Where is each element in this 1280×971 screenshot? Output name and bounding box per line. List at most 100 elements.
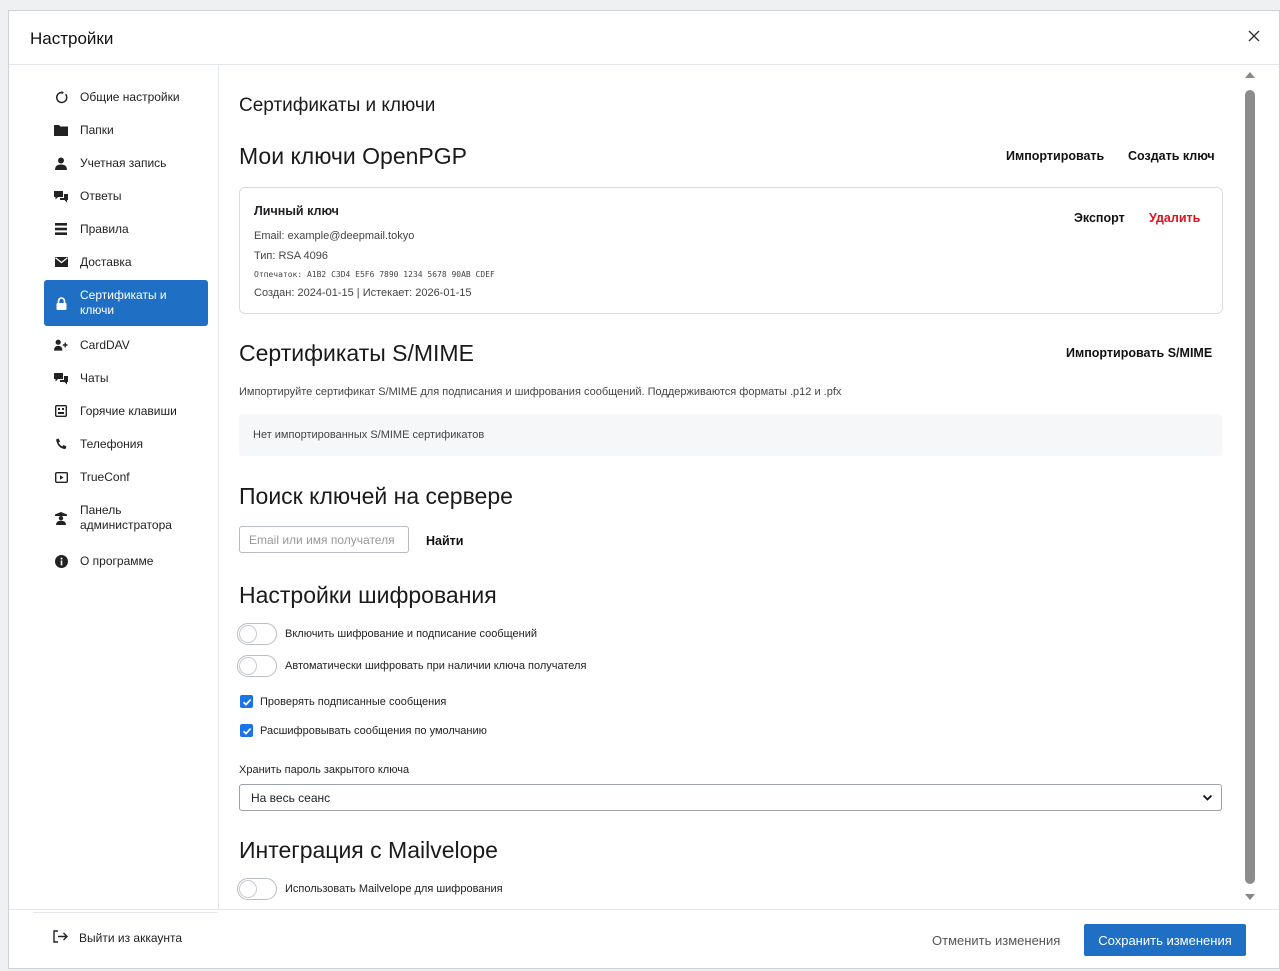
settings-sidebar: Общие настройки Папки Учетная запись Отв… [9, 65, 219, 945]
mailvelope-toggle[interactable] [237, 878, 277, 900]
sidebar-item-admin-panel[interactable]: Панель администратора [44, 498, 208, 538]
phone-icon [54, 437, 68, 451]
content-scrollbar[interactable] [1242, 64, 1258, 908]
sidebar-item-about[interactable]: О программе [44, 549, 208, 573]
store-password-label: Хранить пароль закрытого ключа [239, 764, 410, 776]
sidebar-item-label: CardDAV [80, 337, 130, 352]
toggle-row-mailvelope: Использовать Mailvelope для шифрования [237, 878, 503, 900]
sidebar-item-replies[interactable]: Ответы [44, 184, 208, 208]
smime-empty-state: Нет импортированных S/MIME сертификатов [239, 414, 1222, 456]
export-key-button[interactable]: Экспорт [1074, 211, 1125, 225]
mailvelope-section-title: Интеграция с Mailvelope [239, 837, 498, 863]
smime-section-title: Сертификаты S/MIME [239, 340, 474, 366]
key-fingerprint: Отпечаток: A1B2 C3D4 E5F6 7890 1234 5678… [254, 270, 495, 279]
key-card: Личный ключ Email: example@deepmail.toky… [239, 187, 1223, 314]
save-changes-button[interactable]: Сохранить изменения [1084, 924, 1246, 956]
sidebar-item-telephony[interactable]: Телефония [44, 432, 208, 456]
key-email: Email: example@deepmail.tokyo [254, 230, 415, 242]
sidebar-item-account[interactable]: Учетная запись [44, 151, 208, 175]
sidebar-item-general[interactable]: Общие настройки [44, 85, 208, 109]
toggle-row-auto: Автоматически шифровать при наличии ключ… [237, 655, 586, 677]
sidebar-item-carddav[interactable]: CardDAV [44, 333, 208, 357]
sidebar-item-label: Доставка [80, 254, 132, 269]
auto-encrypt-toggle[interactable] [237, 655, 277, 677]
sidebar-item-label: TrueConf [80, 469, 130, 484]
dialog-title: Настройки [30, 29, 114, 48]
close-icon[interactable] [1243, 25, 1265, 47]
toggle-label: Автоматически шифровать при наличии ключ… [285, 660, 587, 672]
settings-dialog: Настройки Общие настройки Папки Учетная … [8, 10, 1280, 969]
scroll-down-icon[interactable] [1245, 894, 1255, 900]
folder-icon [54, 123, 68, 137]
encryption-section-title: Настройки шифрования [239, 582, 497, 608]
check-icon [242, 698, 251, 706]
check-row-verify: Проверять подписанные сообщения [240, 695, 446, 708]
chat-icon [54, 371, 68, 385]
sidebar-item-label: Правила [80, 221, 129, 236]
keyboard-icon [54, 404, 68, 418]
key-type: Тип: RSA 4096 [254, 250, 328, 262]
sidebar-item-certificates[interactable]: Сертификаты и ключи [44, 280, 208, 326]
enable-encryption-toggle[interactable] [237, 623, 277, 645]
page-title: Сертификаты и ключи [239, 95, 436, 116]
store-password-select[interactable]: На весь сеанс [239, 784, 1222, 811]
scrollbar-thumb[interactable] [1245, 90, 1255, 884]
toggle-knob [239, 625, 257, 643]
import-smime-button[interactable]: Импортировать S/MIME [1066, 346, 1212, 360]
verify-signed-checkbox[interactable] [240, 695, 253, 708]
find-button[interactable]: Найти [426, 534, 463, 548]
check-row-decrypt: Расшифровывать сообщения по умолчанию [240, 724, 487, 737]
checkbox-label: Расшифровывать сообщения по умолчанию [260, 724, 487, 737]
refresh-icon [54, 90, 68, 104]
sidebar-item-label: О программе [80, 553, 154, 568]
shield-user-icon [54, 511, 68, 525]
key-name: Личный ключ [254, 204, 339, 218]
chevron-down-icon [1202, 794, 1213, 801]
info-icon [54, 554, 68, 568]
toggle-label: Включить шифрование и подписание сообщен… [285, 628, 538, 640]
sidebar-item-label: Панель администратора [80, 503, 172, 532]
sidebar-item-label: Сертификаты и ключи [80, 288, 167, 317]
sidebar-item-trueconf[interactable]: TrueConf [44, 465, 208, 489]
import-key-button[interactable]: Импортировать [1006, 149, 1104, 163]
create-key-button[interactable]: Создать ключ [1128, 149, 1215, 163]
smime-empty-text: Нет импортированных S/MIME сертификатов [253, 429, 485, 441]
smime-description: Импортируйте сертификат S/MIME для подпи… [239, 386, 842, 398]
key-dates: Создан: 2024-01-15 | Истекает: 2026-01-1… [254, 287, 472, 299]
sidebar-item-label: Ответы [80, 188, 122, 203]
toggle-knob [239, 657, 257, 675]
sidebar-item-label: Папки [80, 122, 114, 137]
toggle-label: Использовать Mailvelope для шифрования [285, 883, 503, 895]
openpgp-section-title: Мои ключи OpenPGP [239, 143, 467, 169]
lock-icon [54, 296, 68, 310]
sidebar-item-folders[interactable]: Папки [44, 118, 208, 142]
envelope-icon [54, 255, 68, 269]
settings-content: Сертификаты и ключи Мои ключи OpenPGP Им… [219, 65, 1249, 909]
decrypt-default-checkbox[interactable] [240, 724, 253, 737]
sidebar-item-hotkeys[interactable]: Горячие клавиши [44, 399, 208, 423]
user-plus-icon [54, 338, 68, 352]
dialog-header: Настройки [9, 11, 1279, 65]
sidebar-item-rules[interactable]: Правила [44, 217, 208, 241]
search-section-title: Поиск ключей на сервере [239, 483, 513, 509]
checkbox-label: Проверять подписанные сообщения [260, 695, 447, 708]
user-icon [54, 156, 68, 170]
select-value: На весь сеанс [251, 791, 331, 805]
scroll-up-icon[interactable] [1245, 72, 1255, 78]
video-icon [54, 470, 68, 484]
sidebar-item-label: Учетная запись [80, 155, 167, 170]
check-icon [242, 727, 251, 735]
list-icon [54, 222, 68, 236]
toggle-knob [239, 880, 257, 898]
sidebar-item-label: Общие настройки [80, 89, 180, 104]
key-search-input[interactable] [239, 526, 409, 553]
delete-key-button[interactable]: Удалить [1149, 211, 1200, 225]
sidebar-item-delivery[interactable]: Доставка [44, 250, 208, 274]
toggle-row-enable: Включить шифрование и подписание сообщен… [237, 623, 537, 645]
chat-icon [54, 189, 68, 203]
cancel-changes-button[interactable]: Отменить изменения [932, 933, 1060, 948]
dialog-footer: Отменить изменения Сохранить изменения [9, 909, 1279, 971]
sidebar-item-label: Горячие клавиши [80, 403, 177, 418]
sidebar-item-label: Чаты [80, 370, 109, 385]
sidebar-item-chats[interactable]: Чаты [44, 366, 208, 390]
